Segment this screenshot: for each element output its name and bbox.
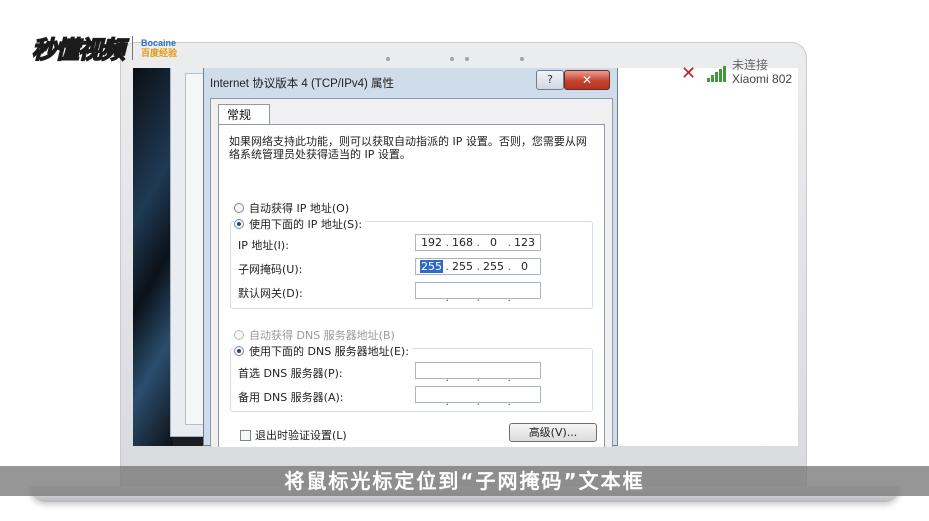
network-name: Xiaomi 802 [732, 72, 793, 86]
logo-divider [132, 35, 133, 60]
ip-octet: 0 [478, 236, 511, 249]
subtitle-bar: 将鼠标光标定位到“子网掩码”文本框 [0, 466, 929, 496]
network-item[interactable]: ✕ 未连接 Xiaomi 802 [617, 58, 798, 100]
ip-octet: 192 [416, 236, 449, 249]
subtitle-text: 将鼠标光标定位到“子网掩码”文本框 [284, 469, 645, 493]
partner-logo-top: Bocaine [141, 37, 177, 48]
tcpip-properties-dialog: Internet 协议版本 4 (TCP/IPv4) 属性 ? ✕ 常规 如果网… [203, 68, 618, 447]
brand-logo-text: 秒懂视频 [31, 35, 126, 65]
ip-address-label: IP 地址(I): [238, 239, 289, 252]
background-window [170, 68, 206, 437]
network-status: 未连接 [732, 58, 769, 72]
manual-ip-label: 使用下面的 IP 地址(S): [249, 218, 363, 231]
network-list-area [617, 68, 798, 446]
gateway-label: 默认网关(D): [238, 287, 303, 300]
auto-dns-radio[interactable] [234, 330, 244, 340]
gateway-input[interactable] [415, 282, 541, 304]
validate-on-exit-checkbox[interactable] [240, 429, 251, 441]
manual-ip-radio[interactable] [234, 219, 244, 229]
validate-on-exit-label: 退出时验证设置(L) [255, 429, 347, 442]
manual-dns-label: 使用下面的 DNS 服务器地址(E): [249, 345, 409, 358]
subnet-mask-label: 子网掩码(U): [238, 263, 303, 276]
camera-dot [465, 57, 469, 61]
dialog-title: Internet 协议版本 4 (TCP/IPv4) 属性 [210, 78, 395, 90]
tab-general[interactable]: 常规 [218, 104, 270, 125]
subnet-octet: 0 [521, 260, 528, 273]
auto-ip-label: 自动获得 IP 地址(O) [249, 202, 350, 215]
general-tab-panel: 如果网络支持此功能，则可以获取自动指派的 IP 设置。否则，您需要从网络系统管理… [218, 124, 605, 447]
partner-logo-bottom: 百度经验 [141, 47, 178, 58]
validate-on-exit-row[interactable]: 退出时验证设置(L) [240, 427, 347, 443]
ip-octet: 168 [447, 236, 480, 249]
description-text: 如果网络支持此功能，则可以获取自动指派的 IP 设置。否则，您需要从网络系统管理… [229, 135, 587, 161]
manual-dns-radio-row[interactable]: 使用下面的 DNS 服务器地址(E): [234, 343, 412, 359]
preferred-dns-label: 首选 DNS 服务器(P): [238, 367, 343, 380]
close-button[interactable]: ✕ [564, 70, 610, 90]
subnet-octet: 255 [447, 260, 480, 273]
auto-ip-radio[interactable] [234, 203, 244, 213]
brand-logo: 秒懂视频 Bocaine 百度经验 [31, 30, 177, 65]
subnet-mask-input[interactable]: 255 255 255 0 [415, 258, 541, 275]
camera-dot [450, 57, 454, 61]
camera-dot [520, 57, 524, 61]
advanced-button[interactable]: 高级(V)... [509, 423, 597, 442]
auto-ip-radio-row[interactable]: 自动获得 IP 地址(O) [234, 200, 349, 216]
desktop-wallpaper [133, 68, 173, 446]
subnet-octet: 255 [478, 260, 511, 273]
help-button[interactable]: ? [536, 70, 564, 90]
alternate-dns-label: 备用 DNS 服务器(A): [238, 391, 344, 404]
disconnected-x-icon: ✕ [681, 63, 697, 84]
ip-octet: 123 [514, 236, 535, 249]
manual-dns-radio[interactable] [234, 346, 244, 356]
dialog-client-area: 常规 如果网络支持此功能，则可以获取自动指派的 IP 设置。否则，您需要从网络系… [210, 98, 613, 447]
ip-address-input[interactable]: 192 168 0 123 [415, 234, 541, 251]
auto-dns-label: 自动获得 DNS 服务器地址(B) [249, 329, 395, 342]
auto-dns-radio-row[interactable]: 自动获得 DNS 服务器地址(B) [234, 327, 395, 343]
camera-dot [386, 57, 390, 61]
subnet-octet: 255 [416, 260, 449, 273]
manual-ip-radio-row[interactable]: 使用下面的 IP 地址(S): [234, 216, 366, 232]
dialog-titlebar[interactable]: Internet 协议版本 4 (TCP/IPv4) 属性 ? ✕ [204, 68, 617, 94]
selected-text: 255 [420, 260, 443, 273]
partner-logo: Bocaine 百度经验 [141, 38, 177, 58]
wifi-signal-icon [707, 66, 729, 82]
preferred-dns-input[interactable] [415, 362, 541, 384]
alternate-dns-input[interactable] [415, 386, 541, 408]
